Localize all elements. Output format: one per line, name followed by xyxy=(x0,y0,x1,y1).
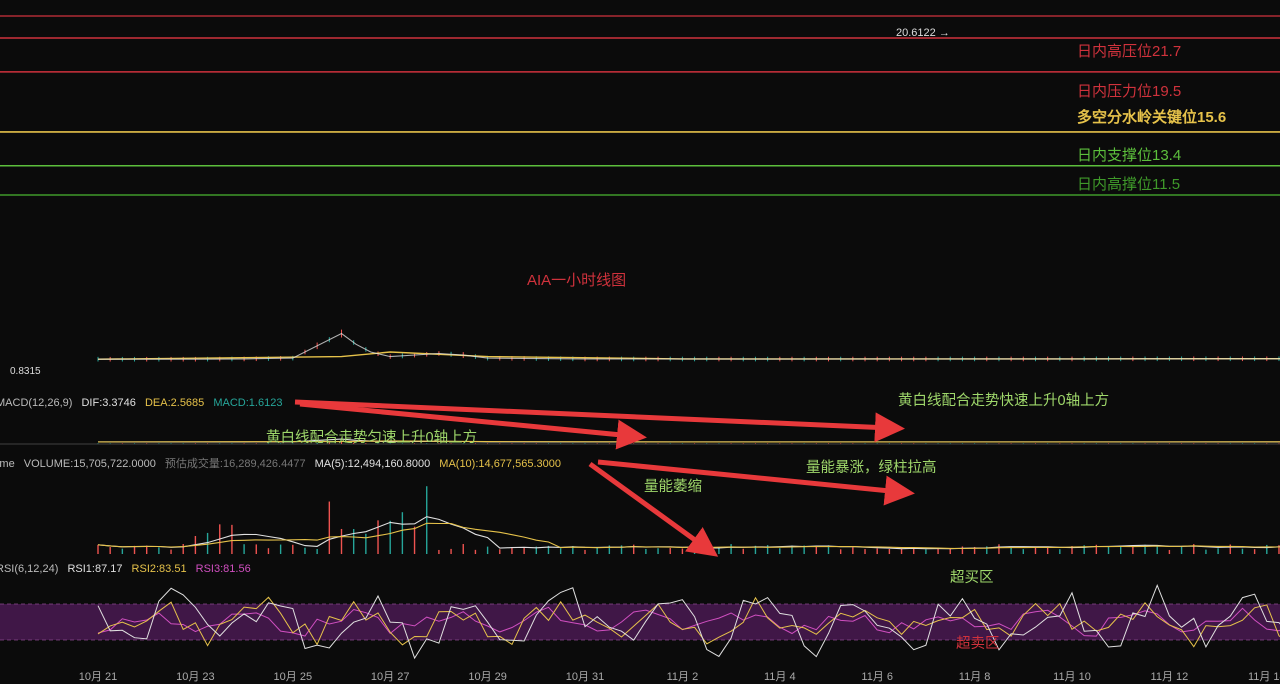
overbought-annotation: 超买区 xyxy=(950,570,994,586)
rsi-panel xyxy=(0,583,1280,660)
level-label-3: 日内支撑位13.4 xyxy=(1077,146,1182,164)
rsi3-value: RSI3:81.56 xyxy=(195,563,251,575)
x-tick-label: 11月 6 xyxy=(861,671,893,683)
level-label-1: 日内压力位19.5 xyxy=(1077,82,1182,100)
rsi1-value: RSI1:87.17 xyxy=(67,563,123,575)
volume-shrink-annotation: 量能萎缩 xyxy=(644,479,702,495)
x-tick-label: 11月 8 xyxy=(958,671,991,683)
volume-ma5: MA(5):12,494,160.8000 xyxy=(314,458,431,470)
level-label-0: 日内高压位21.7 xyxy=(1077,43,1182,60)
volume-title: Volume xyxy=(0,458,15,470)
macd-arrow-fast xyxy=(294,399,905,443)
macd-title: MACD(12,26,9) xyxy=(0,397,73,409)
x-tick-label: 11月 14 xyxy=(1247,671,1280,683)
volume-surge-annotation: 量能暴涨，绿柱拉高 xyxy=(806,460,937,476)
macd-dif: DIF:3.3746 xyxy=(81,397,136,409)
volume-panel xyxy=(97,486,1280,554)
volume-estimate: 预估成交量:16,289,426.4477 xyxy=(164,458,306,470)
oversold-annotation: 超卖区 xyxy=(956,636,1000,652)
chart-title: AIA一小时线图 xyxy=(527,272,627,289)
volume-ma5-line xyxy=(97,516,1280,550)
x-tick-label: 10月 29 xyxy=(468,671,507,683)
x-tick-label: 10月 31 xyxy=(565,671,605,683)
x-tick-label: 10月 23 xyxy=(176,671,215,683)
x-tick-label: 11月 12 xyxy=(1150,671,1189,683)
macd-fast-annotation: 黄白线配合走势快速上升0轴上方 xyxy=(898,393,1110,409)
x-tick-label: 11月 4 xyxy=(764,671,796,683)
x-tick-label: 11月 10 xyxy=(1053,671,1091,683)
rsi-legend: RSI(6,12,24) RSI1:87.17 RSI2:83.51 RSI3:… xyxy=(0,563,257,575)
level-label-4: 日内高撑位11.5 xyxy=(1077,176,1181,193)
x-tick-label: 10月 21 xyxy=(78,671,118,683)
last-price-value: 20.6122 xyxy=(896,27,936,39)
macd-legend: MACD(12,26,9) DIF:3.3746 DEA:2.5685 MACD… xyxy=(0,397,288,409)
macd-panel xyxy=(0,438,1280,445)
volume-ma10: MA(10):14,677,565.3000 xyxy=(439,458,561,470)
x-tick-label: 10月 27 xyxy=(370,671,410,683)
x-tick-label: 11月 2 xyxy=(666,671,699,683)
price-ma-line xyxy=(97,351,1280,360)
macd-even-annotation: 黄白线配合走势匀速上升0轴上方 xyxy=(266,430,478,446)
macd-value: MACD:1.6123 xyxy=(213,397,283,409)
level-label-2: 多空分水岭关键位15.6 xyxy=(1077,108,1227,126)
last-price-label: 20.6122 → xyxy=(896,27,950,39)
volume-value: VOLUME:15,705,722.0000 xyxy=(23,458,156,470)
macd-dea: DEA:2.5685 xyxy=(144,397,205,409)
rsi-band xyxy=(0,604,1280,640)
x-tick-label: 10月 25 xyxy=(273,671,313,683)
left-price-label: 0.8315 xyxy=(10,366,41,377)
rsi-title: RSI(6,12,24) xyxy=(0,563,59,575)
chart-canvas xyxy=(0,15,1280,660)
volume-legend: Volume VOLUME:15,705,722.0000 预估成交量:16,2… xyxy=(0,455,567,471)
rsi2-value: RSI2:83.51 xyxy=(131,563,187,575)
